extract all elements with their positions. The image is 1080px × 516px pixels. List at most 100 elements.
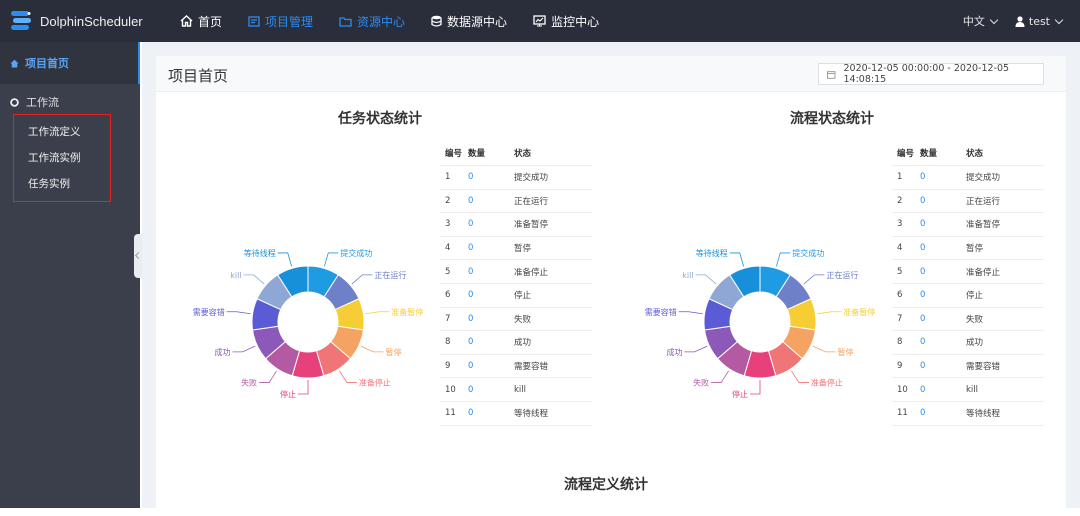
row-state: 等待线程 bbox=[966, 409, 1001, 420]
slice-label-line bbox=[323, 252, 339, 267]
row-count-link[interactable]: 0 bbox=[920, 243, 966, 253]
row-state: 准备停止 bbox=[514, 267, 549, 278]
column-header-state: 状态 bbox=[966, 148, 984, 159]
row-count-link[interactable]: 0 bbox=[920, 196, 966, 206]
slice-label-line bbox=[803, 274, 825, 285]
user-name: test bbox=[1028, 14, 1050, 28]
slice-label-line bbox=[695, 274, 717, 285]
table-row: 5 0 准备停止 bbox=[892, 260, 1044, 284]
nav-monitor-center[interactable]: 监控中心 bbox=[533, 13, 599, 30]
nav-datasource-label: 数据源中心 bbox=[447, 14, 508, 29]
row-count-link[interactable]: 0 bbox=[920, 408, 966, 418]
row-count-link[interactable]: 0 bbox=[468, 172, 514, 182]
table-row: 4 0 暂停 bbox=[892, 237, 1044, 261]
row-count-link[interactable]: 0 bbox=[468, 219, 514, 229]
gear-icon bbox=[10, 97, 19, 107]
monitor-icon bbox=[533, 15, 546, 27]
slice-label-line bbox=[711, 370, 729, 383]
row-count-link[interactable]: 0 bbox=[920, 219, 966, 229]
row-count-link[interactable]: 0 bbox=[468, 337, 514, 347]
logo[interactable]: DolphinScheduler bbox=[8, 8, 168, 34]
user-menu[interactable]: test bbox=[1015, 14, 1064, 28]
task-status-table: 编号 数量 状态 1 0 提交成功 2 0 正在运行 3 0 准备暂停 4 0 暂停 5 0 准备停止 6 0 停止 7 0… bbox=[440, 140, 592, 426]
row-count-link[interactable]: 0 bbox=[920, 290, 966, 300]
nav-resource-center[interactable]: 资源中心 bbox=[339, 13, 405, 30]
table-row: 8 0 成功 bbox=[440, 331, 592, 355]
slice-label: 正在运行 bbox=[826, 270, 858, 280]
row-count-link[interactable]: 0 bbox=[468, 243, 514, 253]
row-id: 4 bbox=[897, 243, 903, 254]
top-right-controls: 中文 test bbox=[963, 0, 1064, 42]
nav-datasource-center[interactable]: 数据源中心 bbox=[431, 13, 507, 30]
slice-label-line bbox=[259, 370, 277, 383]
home-icon bbox=[180, 15, 193, 27]
nav-project-management[interactable]: 项目管理 bbox=[248, 13, 313, 30]
row-count-link[interactable]: 0 bbox=[468, 385, 514, 395]
row-count-link[interactable]: 0 bbox=[468, 314, 514, 324]
row-id: 8 bbox=[897, 337, 903, 348]
row-id: 9 bbox=[445, 361, 451, 372]
row-count-link[interactable]: 0 bbox=[920, 361, 966, 371]
dolphin-logo-icon bbox=[11, 11, 31, 30]
row-state: 准备暂停 bbox=[514, 220, 549, 231]
row-state: 提交成功 bbox=[514, 173, 549, 184]
row-id: 7 bbox=[445, 313, 451, 324]
row-count-link[interactable]: 0 bbox=[468, 267, 514, 277]
user-icon bbox=[1015, 15, 1025, 27]
table-row: 6 0 停止 bbox=[892, 284, 1044, 308]
slice-label: 需要容错 bbox=[645, 307, 677, 317]
slice-label-line bbox=[729, 252, 745, 267]
row-count-link[interactable]: 0 bbox=[468, 361, 514, 371]
row-id: 2 bbox=[897, 195, 903, 206]
row-id: 1 bbox=[897, 172, 903, 183]
slice-label: 等待线程 bbox=[696, 248, 728, 258]
table-row: 9 0 需要容错 bbox=[892, 355, 1044, 379]
row-count-link[interactable]: 0 bbox=[468, 290, 514, 300]
slice-label: 成功 bbox=[667, 347, 683, 357]
column-header-id: 编号 bbox=[897, 148, 915, 159]
slice-label-line bbox=[775, 252, 791, 267]
slice-label: 准备停止 bbox=[359, 378, 391, 388]
row-count-link[interactable]: 0 bbox=[920, 172, 966, 182]
date-range-picker[interactable]: 2020-12-05 00:00:00 - 2020-12-05 14:08:1… bbox=[818, 63, 1044, 85]
table-header-row: 编号 数量 状态 bbox=[440, 140, 592, 166]
slice-label: 正在运行 bbox=[374, 270, 406, 280]
slice-label: 暂停 bbox=[837, 347, 853, 357]
main-area: 项目首页 2020-12-05 00:00:00 - 2020-12-05 14… bbox=[142, 42, 1080, 516]
row-count-link[interactable]: 0 bbox=[920, 314, 966, 324]
slice-label-line bbox=[365, 311, 390, 315]
row-id: 6 bbox=[897, 290, 903, 301]
slice-label: 失败 bbox=[241, 378, 257, 388]
calendar-icon bbox=[827, 70, 836, 79]
slice-label: 成功 bbox=[215, 347, 231, 357]
slice-label: 提交成功 bbox=[340, 248, 372, 258]
process-status-table: 编号 数量 状态 1 0 提交成功 2 0 正在运行 3 0 准备暂停 4 0 暂停 5 0 准备停止 6 0 停止 7 0… bbox=[892, 140, 1044, 426]
row-state: 准备暂停 bbox=[966, 220, 1001, 231]
table-row: 10 0 kill bbox=[892, 378, 1044, 402]
sidebar-group-label: 工作流 bbox=[26, 96, 59, 109]
slice-label-line bbox=[817, 311, 842, 315]
slice-label-line bbox=[684, 345, 708, 353]
column-header-count: 数量 bbox=[920, 148, 938, 159]
language-selector[interactable]: 中文 bbox=[963, 13, 999, 29]
slice-label: 准备停止 bbox=[811, 378, 843, 388]
row-id: 3 bbox=[445, 219, 451, 230]
row-id: 8 bbox=[445, 337, 451, 348]
sidebar-collapse-handle[interactable] bbox=[134, 234, 142, 278]
slice-label-line bbox=[339, 370, 357, 383]
chevron-down-icon bbox=[989, 15, 999, 24]
table-row: 2 0 正在运行 bbox=[892, 190, 1044, 214]
row-count-link[interactable]: 0 bbox=[920, 337, 966, 347]
row-id: 2 bbox=[445, 195, 451, 206]
row-id: 5 bbox=[445, 266, 451, 277]
row-count-link[interactable]: 0 bbox=[468, 408, 514, 418]
slice-label: 提交成功 bbox=[792, 248, 824, 258]
nav-monitor-label: 监控中心 bbox=[551, 14, 600, 29]
sidebar-item-project-home[interactable]: 项目首页 bbox=[0, 42, 140, 84]
nav-home[interactable]: 首页 bbox=[180, 13, 222, 30]
slice-label-line bbox=[243, 274, 265, 285]
row-count-link[interactable]: 0 bbox=[920, 385, 966, 395]
row-count-link[interactable]: 0 bbox=[468, 196, 514, 206]
process-status-title: 流程状态统计 bbox=[790, 111, 874, 127]
row-count-link[interactable]: 0 bbox=[920, 267, 966, 277]
